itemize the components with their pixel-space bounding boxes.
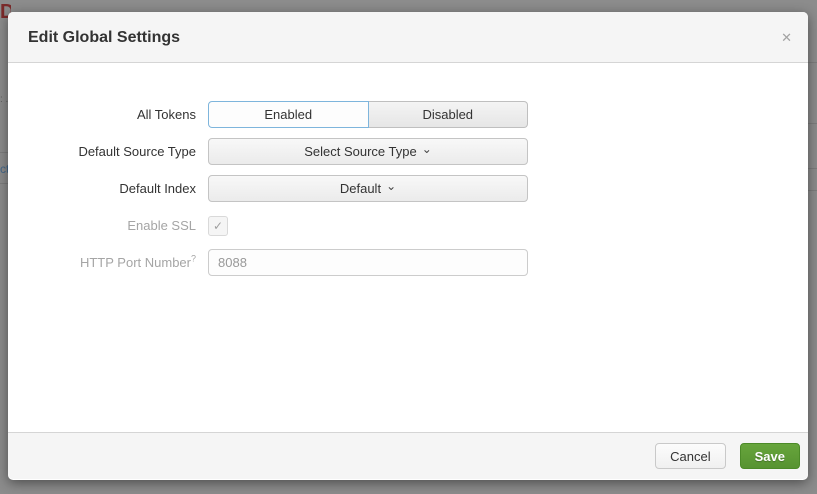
http-port-label: HTTP Port Number? <box>8 249 196 276</box>
background-row-divider <box>808 190 817 191</box>
all-tokens-enabled-button[interactable]: Enabled <box>208 101 369 128</box>
check-icon: ✓ <box>213 219 223 233</box>
default-index-value: Default <box>340 181 381 196</box>
modal-footer: Cancel Save <box>8 432 808 479</box>
background-row-divider <box>808 168 817 169</box>
all-tokens-toggle: Enabled Disabled <box>208 101 528 128</box>
background-row-divider <box>808 62 817 63</box>
background-text-fragment: : . <box>0 94 8 105</box>
form-row-http-port: HTTP Port Number? <box>8 249 808 276</box>
form-row-all-tokens: All Tokens Enabled Disabled <box>8 101 808 128</box>
chevron-down-icon: ⌄ <box>386 179 396 193</box>
default-index-label: Default Index <box>8 175 196 202</box>
enable-ssl-checkbox[interactable]: ✓ <box>208 216 228 236</box>
save-button[interactable]: Save <box>740 443 800 469</box>
all-tokens-disabled-button[interactable]: Disabled <box>369 101 529 128</box>
edit-global-settings-modal: Edit Global Settings ✕ All Tokens Enable… <box>8 12 808 480</box>
default-source-type-dropdown[interactable]: Select Source Type ⌄ <box>208 138 528 165</box>
form-row-enable-ssl: Enable SSL ✓ <box>8 212 808 239</box>
all-tokens-label: All Tokens <box>8 101 196 128</box>
default-index-dropdown[interactable]: Default ⌄ <box>208 175 528 202</box>
chevron-down-icon: ⌄ <box>422 142 432 156</box>
default-source-type-label: Default Source Type <box>8 138 196 165</box>
cancel-button[interactable]: Cancel <box>655 443 725 469</box>
help-tooltip-icon[interactable]: ? <box>191 254 196 264</box>
modal-header: Edit Global Settings ✕ <box>8 12 808 63</box>
form-row-default-index: Default Index Default ⌄ <box>8 175 808 202</box>
http-port-input[interactable] <box>208 249 528 276</box>
background-row-divider <box>808 123 817 124</box>
default-source-type-value: Select Source Type <box>304 144 417 159</box>
modal-title: Edit Global Settings <box>28 12 180 63</box>
close-icon[interactable]: ✕ <box>781 12 792 63</box>
modal-body: All Tokens Enabled Disabled Default Sour… <box>8 63 808 432</box>
background-row-divider <box>0 152 8 153</box>
form-row-default-source-type: Default Source Type Select Source Type ⌄ <box>8 138 808 165</box>
background-row-divider <box>0 183 8 184</box>
enable-ssl-label: Enable SSL <box>8 212 196 239</box>
